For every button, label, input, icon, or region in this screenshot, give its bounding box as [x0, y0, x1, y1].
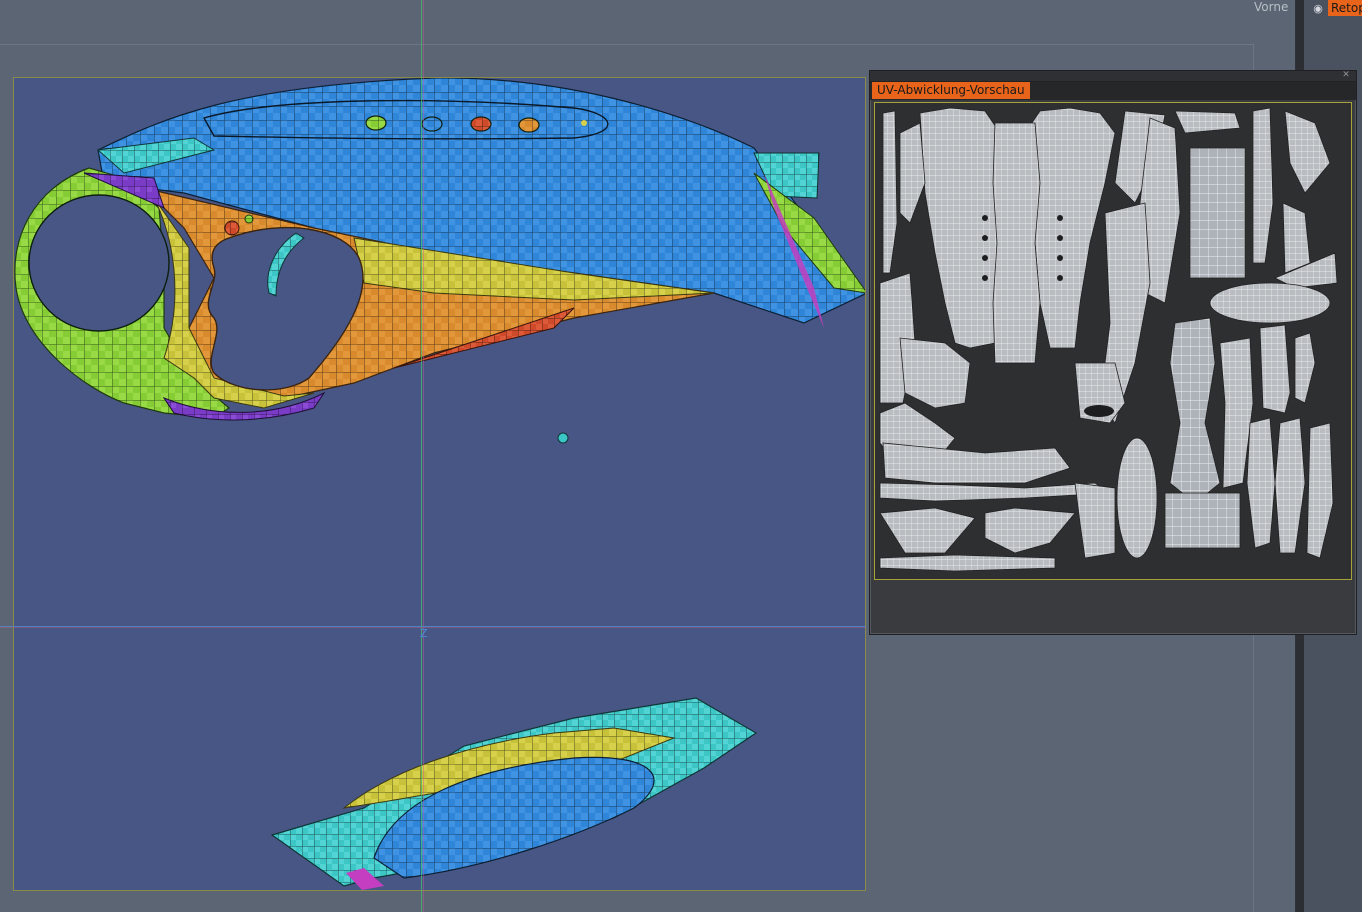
mesh-render	[14, 78, 865, 890]
uv-preview-panel[interactable]: ✕ UV-Abwicklung-Vorschau	[869, 70, 1357, 635]
close-icon[interactable]: ✕	[1342, 71, 1350, 80]
eye-icon[interactable]: ◉	[1312, 3, 1324, 15]
z-axis-label: Z	[420, 627, 428, 640]
uv-islands	[879, 107, 1338, 572]
uv-preview-tab[interactable]: UV-Abwicklung-Vorschau	[872, 82, 1030, 99]
y-axis-line-secondary	[423, 0, 424, 912]
uv-map-canvas[interactable]	[874, 102, 1352, 580]
retopo-tab[interactable]: Retop	[1328, 0, 1362, 16]
zbrush-workspace: Vorne Z ◉ Reto ✕ UV-Abwicklung-Vorschau	[0, 0, 1362, 912]
uv-panel-titlebar[interactable]: ✕	[870, 71, 1356, 82]
render-canvas[interactable]	[13, 77, 866, 891]
y-axis-line	[421, 0, 422, 912]
x-axis-line-secondary	[0, 627, 866, 628]
view-orientation-label: Vorne	[1254, 0, 1289, 14]
